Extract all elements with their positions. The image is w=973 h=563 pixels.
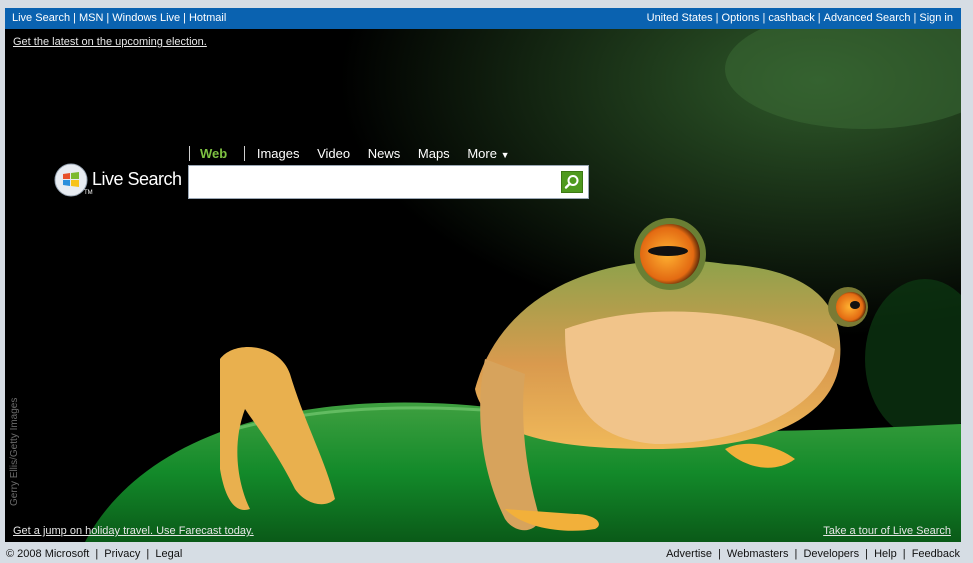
tab-web[interactable]: Web <box>189 146 227 161</box>
footer-advertise[interactable]: Advertise <box>666 548 712 560</box>
nav-options[interactable]: Options <box>722 12 760 24</box>
top-nav-bar: Live Search | MSN | Windows Live | Hotmail Uni… <box>5 8 961 29</box>
tab-maps[interactable]: Maps <box>418 146 450 161</box>
frog-photo <box>5 29 961 542</box>
tab-news[interactable]: News <box>368 146 401 161</box>
nav-sign-in[interactable]: Sign in <box>919 12 953 24</box>
footer: © 2008 Microsoft | Privacy | Legal Adver… <box>0 545 973 563</box>
tab-more[interactable]: More ▼ <box>467 146 509 161</box>
nav-windows-live[interactable]: Windows Live <box>112 12 180 24</box>
tab-images[interactable]: Images <box>243 146 299 161</box>
logo-text: Live Search <box>92 169 182 189</box>
nav-hotmail[interactable]: Hotmail <box>189 12 226 24</box>
photo-credit: Gerry Ellis/Getty Images <box>9 397 20 506</box>
search-button[interactable] <box>561 171 583 193</box>
copyright: © 2008 Microsoft <box>6 548 90 560</box>
caret-down-icon: ▼ <box>500 150 510 160</box>
nav-msn[interactable]: MSN <box>79 12 103 24</box>
search-box <box>188 165 589 199</box>
search-input[interactable] <box>193 170 557 196</box>
footer-legal[interactable]: Legal <box>155 548 182 560</box>
footer-privacy[interactable]: Privacy <box>104 548 140 560</box>
tab-video[interactable]: Video <box>317 146 350 161</box>
election-link[interactable]: Get the latest on the upcoming election. <box>13 36 207 48</box>
tab-more-label: More <box>467 146 497 161</box>
nav-cashback[interactable]: cashback <box>768 12 814 24</box>
page-frame: Live Search | MSN | Windows Live | Hotmail Uni… <box>5 8 961 542</box>
top-nav-left: Live Search | MSN | Windows Live | Hotmail <box>12 12 227 24</box>
footer-webmasters[interactable]: Webmasters <box>727 548 789 560</box>
top-nav-right: United States | Options | cashback | Advanced … <box>646 12 953 24</box>
windows-logo-icon <box>54 163 88 197</box>
nav-advanced-search[interactable]: Advanced Search <box>824 12 911 24</box>
footer-feedback[interactable]: Feedback <box>912 548 960 560</box>
hero-image <box>5 29 961 542</box>
footer-developers[interactable]: Developers <box>803 548 859 560</box>
nav-united-states[interactable]: United States <box>647 12 713 24</box>
footer-left: © 2008 Microsoft | Privacy | Legal <box>6 548 183 560</box>
live-search-logo[interactable]: Live Search TM <box>54 163 184 199</box>
footer-right: Advertise | Webmasters | Developers | He… <box>666 548 960 560</box>
farecast-promo-link[interactable]: Get a jump on holiday travel. Use Fareca… <box>13 525 254 537</box>
search-scope-tabs: Web Images Video News Maps More ▼ <box>189 146 523 164</box>
nav-live-search[interactable]: Live Search <box>12 12 70 24</box>
logo-trademark: TM <box>84 190 93 196</box>
tour-link[interactable]: Take a tour of Live Search <box>823 525 951 537</box>
magnifier-icon <box>564 175 579 189</box>
footer-help[interactable]: Help <box>874 548 897 560</box>
